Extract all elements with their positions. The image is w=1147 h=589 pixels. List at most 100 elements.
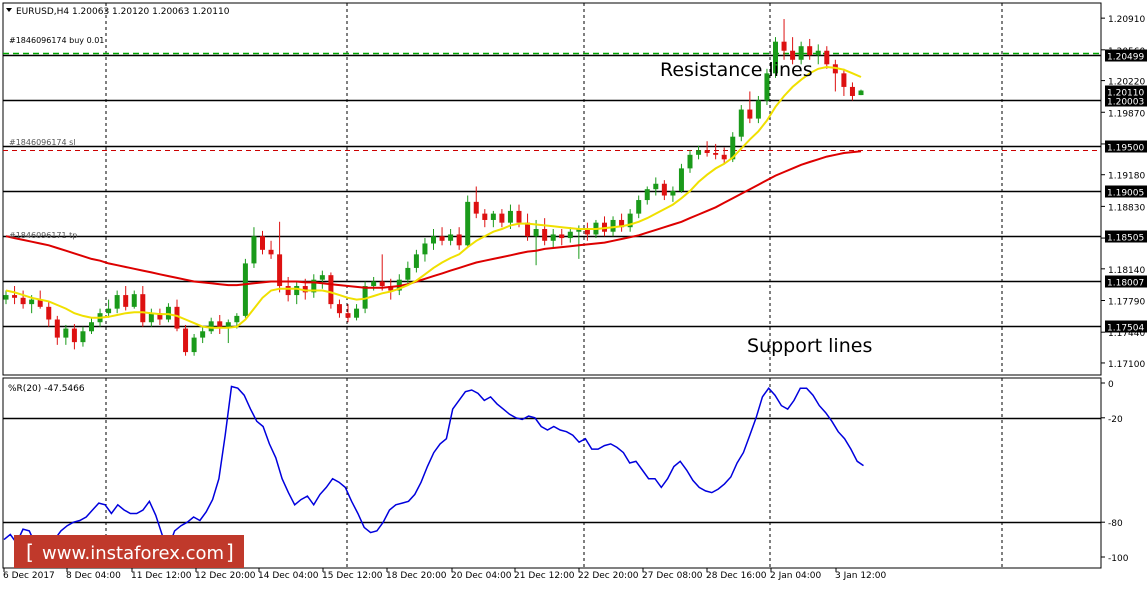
- candle-body: [559, 234, 565, 239]
- time-tick-label: 11 Dec 12:00: [131, 571, 192, 581]
- watermark-text: www.instaforex.com: [42, 543, 224, 564]
- time-tick-label: 12 Dec 20:00: [195, 571, 256, 581]
- candle-body: [328, 275, 334, 305]
- time-tick-label: 27 Dec 08:00: [642, 571, 703, 581]
- candle-body: [499, 213, 505, 223]
- candle-body: [225, 322, 231, 327]
- candle-body: [3, 295, 9, 300]
- instaforex-watermark: [ www.instaforex.com ]: [14, 535, 244, 568]
- candle-body: [815, 50, 821, 56]
- williams-r-line: [3, 385, 864, 555]
- level-tag-label: 1.19005: [1107, 189, 1144, 199]
- candle-body: [294, 286, 300, 296]
- price-tag-label: 1.20110: [1107, 89, 1144, 99]
- time-tick-label: 22 Dec 20:00: [578, 571, 639, 581]
- price-tick-label: 1.17790: [1108, 298, 1145, 308]
- time-tick-label: 8 Dec 04:00: [66, 571, 121, 581]
- indicator-tick-label: -80: [1108, 519, 1123, 529]
- candle-body: [208, 321, 214, 332]
- candle-body: [482, 213, 488, 220]
- candle-body: [473, 201, 479, 214]
- indicator-grid: [3, 417, 1101, 524]
- candle-body: [721, 154, 727, 160]
- order-tp-label[interactable]: #1846096171 tp: [9, 231, 77, 240]
- candle-body: [183, 328, 189, 353]
- time-tick-label: 14 Dec 04:00: [258, 571, 319, 581]
- candle-body: [610, 219, 616, 232]
- candle-body: [371, 281, 377, 287]
- candle-body: [191, 337, 197, 353]
- candle-body: [379, 281, 385, 287]
- price-tick-label: 1.18830: [1108, 203, 1145, 213]
- candle-body: [798, 46, 804, 60]
- candle-body: [858, 90, 864, 96]
- candle-body: [354, 308, 360, 318]
- candle-body: [46, 306, 52, 320]
- price-tick-label: 1.18140: [1108, 266, 1145, 276]
- candle-body: [738, 109, 744, 137]
- candle-body: [636, 200, 642, 214]
- price-tick-label: 1.19870: [1108, 109, 1145, 119]
- price-tick-label: 1.20910: [1108, 15, 1145, 25]
- level-tag-label: 1.19500: [1107, 144, 1144, 154]
- level-tag-label: 1.20003: [1107, 98, 1144, 108]
- time-tick-label: 6 Dec 2017: [3, 571, 55, 581]
- order-lines: [3, 52, 1101, 151]
- level-tag-label: 1.17504: [1107, 324, 1144, 334]
- candle-body: [200, 331, 206, 338]
- time-tick-label: 28 Dec 16:00: [706, 571, 767, 581]
- candle-body: [807, 46, 813, 56]
- candle-body: [431, 236, 436, 244]
- level-price-tags: 1.20499 1.20003 1.19500 1.19005 1.18505 1.180…: [1105, 49, 1147, 334]
- candle-body: [567, 231, 573, 239]
- candle-body: [140, 294, 146, 323]
- candle-body: [550, 234, 556, 241]
- candle-body: [123, 295, 129, 307]
- candle-body: [268, 249, 274, 255]
- candle-body: [644, 189, 650, 201]
- candle-body: [345, 313, 351, 318]
- time-axis-ticks: 6 Dec 2017 8 Dec 04:00 11 Dec 12:00 12 Dec …: [3, 568, 887, 581]
- candle-body: [285, 286, 291, 296]
- watermark-bracket-right: ]: [226, 540, 234, 564]
- dropdown-triangle-icon[interactable]: [6, 8, 12, 12]
- time-tick-label: 3 Jan 12:00: [835, 571, 887, 581]
- candle-body: [405, 267, 411, 280]
- candle-body: [542, 229, 548, 241]
- level-tag-label: 1.20499: [1107, 53, 1144, 63]
- candle-body: [678, 168, 684, 191]
- horizontal-levels: [3, 54, 1101, 328]
- price-tick-label: 1.19180: [1108, 172, 1145, 182]
- candle-body: [80, 331, 86, 343]
- time-tick-label: 15 Dec 12:00: [322, 571, 383, 581]
- candle-body: [696, 150, 702, 155]
- order-buy-label[interactable]: #1846096174 buy 0.01: [9, 36, 104, 45]
- candle-body: [148, 313, 154, 323]
- candle-body: [217, 321, 223, 327]
- candle-body: [260, 236, 265, 250]
- candle-body: [319, 275, 325, 280]
- support-lines-annotation: Support lines: [747, 335, 872, 357]
- order-sl-label[interactable]: #1846096174 sl: [9, 138, 76, 147]
- time-tick-label: 21 Dec 12:00: [514, 571, 575, 581]
- candle-body: [456, 234, 462, 246]
- indicator-axis-ticks: 0 -20 -80 -100: [1101, 380, 1129, 564]
- candle-body: [29, 299, 35, 305]
- candle-body: [71, 328, 77, 343]
- time-tick-label: 20 Dec 04:00: [451, 571, 512, 581]
- candle-body: [12, 295, 18, 298]
- price-chart-svg[interactable]: 1.209101.205601.202201.198701.195201.191…: [0, 0, 1147, 585]
- candle-body: [490, 213, 496, 220]
- candle-body: [781, 41, 787, 51]
- candle-body: [516, 210, 522, 223]
- candle-body: [336, 304, 342, 314]
- candle-body: [89, 322, 94, 332]
- candle-body: [63, 328, 69, 338]
- time-tick-label: 18 Dec 20:00: [386, 571, 447, 581]
- indicator-tick-label: -20: [1108, 415, 1123, 425]
- candle-body: [251, 236, 257, 264]
- level-tag-label: 1.18505: [1107, 234, 1144, 244]
- symbol-header: EURUSD,H4 1.20063 1.20120 1.20063 1.2011…: [16, 7, 230, 17]
- candle-body: [448, 234, 454, 241]
- candle-body: [234, 315, 240, 323]
